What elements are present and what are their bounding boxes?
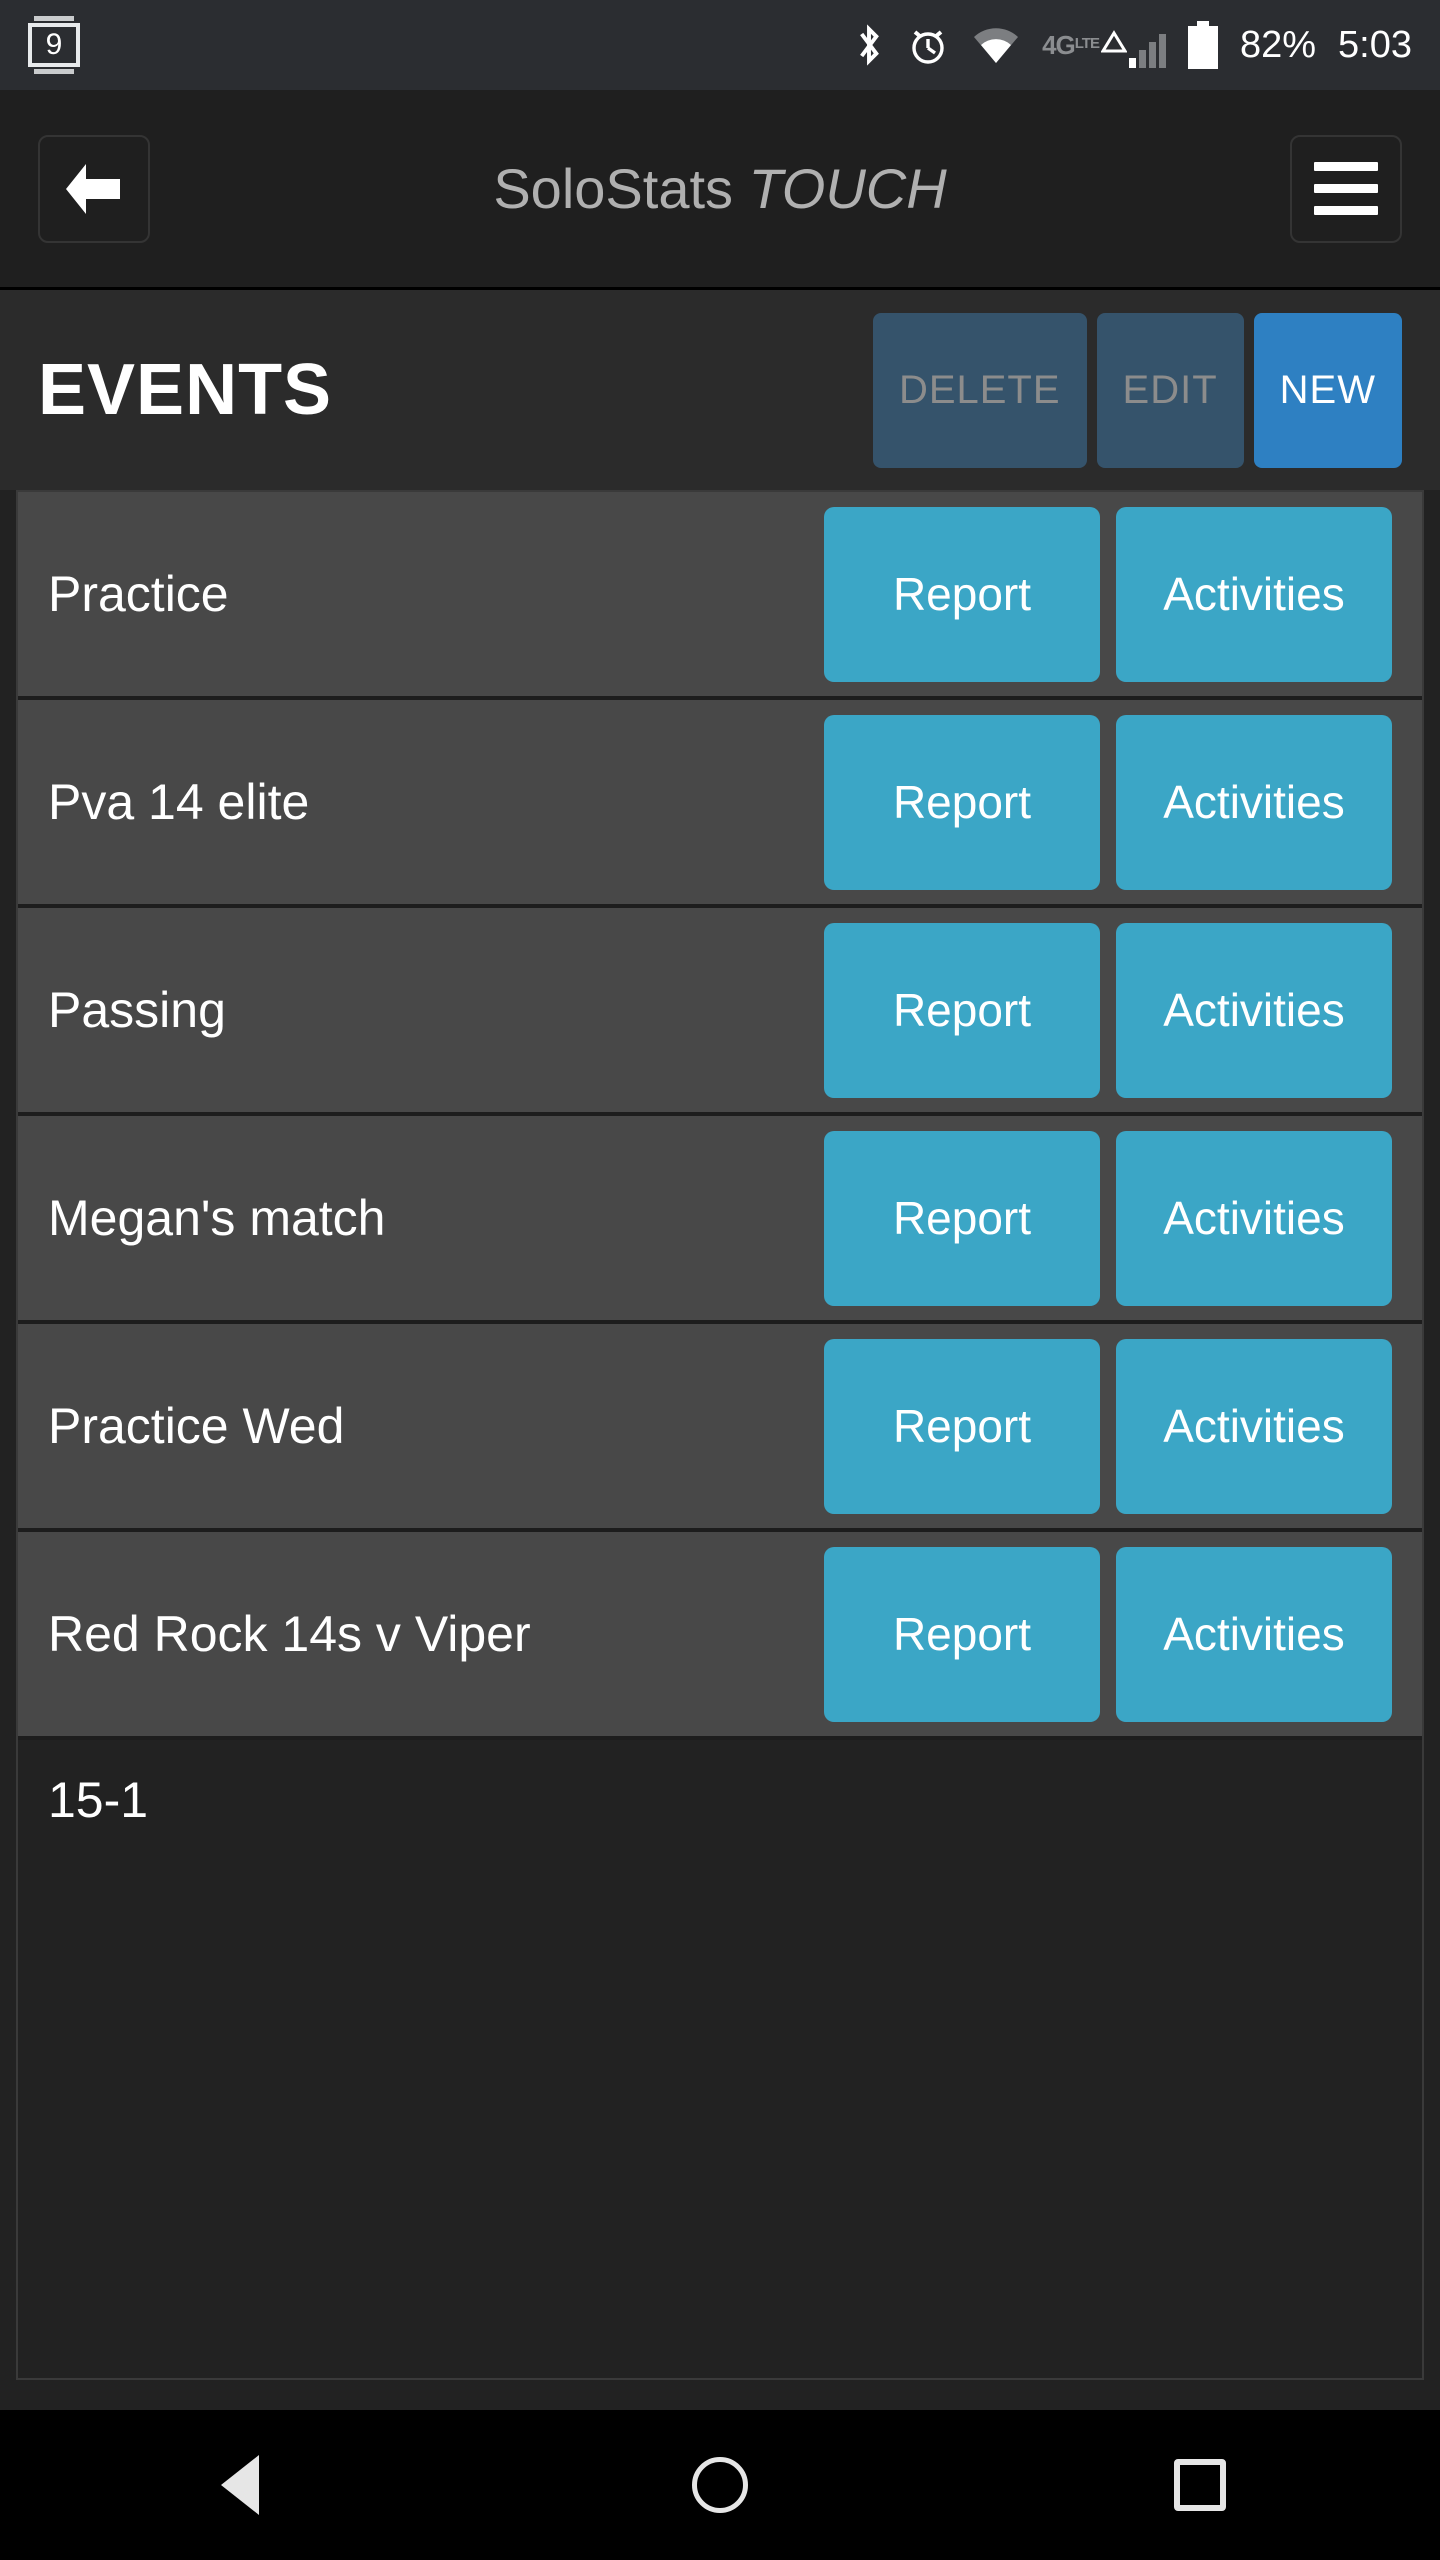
activities-button[interactable]: Activities xyxy=(1116,506,1392,682)
app-screen: 9 4GLTE 82% 5:03 SoloStats TOUCH EVENTS … xyxy=(0,0,1440,2560)
notification-badge-count: 9 xyxy=(28,23,80,67)
wifi-icon xyxy=(974,28,1019,63)
nav-home-icon xyxy=(692,2457,748,2513)
report-button[interactable]: Report xyxy=(824,506,1100,682)
table-row[interactable]: Practice Report Activities xyxy=(18,492,1422,700)
status-bar-clock: 5:03 xyxy=(1338,23,1412,66)
event-name: Practice Wed xyxy=(48,1398,345,1454)
event-name: Megan's match xyxy=(48,1190,386,1246)
table-row[interactable]: Pva 14 elite Report Activities xyxy=(18,700,1422,908)
event-name: Red Rock 14s v Viper xyxy=(48,1606,531,1662)
network-sup: LTE xyxy=(1074,35,1100,52)
row-actions: Report Activities xyxy=(824,506,1392,682)
triangle-up-icon xyxy=(1100,30,1127,53)
notification-badge-icon: 9 xyxy=(28,16,80,74)
app-bar: SoloStats TOUCH xyxy=(0,90,1440,290)
row-actions: Report Activities xyxy=(824,1338,1392,1514)
signal-bars-icon xyxy=(1128,30,1166,68)
system-nav-bar xyxy=(0,2410,1440,2560)
alarm-icon xyxy=(912,30,944,64)
battery-icon xyxy=(1187,21,1218,69)
status-bar: 9 4GLTE 82% 5:03 xyxy=(0,0,1440,90)
network-label: 4G xyxy=(1042,30,1076,60)
app-title-accent: TOUCH xyxy=(748,157,947,220)
back-button[interactable] xyxy=(38,134,150,243)
menu-button[interactable] xyxy=(1290,134,1402,243)
nav-recents-icon xyxy=(1174,2459,1226,2511)
status-bar-right: 4GLTE 82% 5:03 xyxy=(854,21,1412,69)
new-button[interactable]: NEW xyxy=(1253,312,1402,468)
events-header-actions: DELETE EDIT NEW xyxy=(872,312,1402,468)
table-row[interactable]: Red Rock 14s v Viper Report Activities xyxy=(18,1532,1422,1740)
battery-percent: 82% xyxy=(1239,23,1317,66)
report-button[interactable]: Report xyxy=(824,714,1100,890)
delete-button[interactable]: DELETE xyxy=(872,312,1087,468)
activities-button[interactable]: Activities xyxy=(1116,1338,1392,1514)
page-title: SoloStats TOUCH xyxy=(0,156,1440,221)
back-arrow-icon xyxy=(66,163,120,214)
event-score: 15-1 xyxy=(48,1772,149,1828)
report-button[interactable]: Report xyxy=(824,922,1100,1098)
table-row[interactable]: Practice Wed Report Activities xyxy=(18,1324,1422,1532)
report-button[interactable]: Report xyxy=(824,1546,1100,1722)
nav-back-button[interactable] xyxy=(140,2410,340,2560)
row-actions: Report Activities xyxy=(824,1546,1392,1722)
nav-recents-button[interactable] xyxy=(1100,2410,1300,2560)
events-title: EVENTS xyxy=(38,350,333,430)
events-header: EVENTS DELETE EDIT NEW xyxy=(0,290,1440,490)
activities-button[interactable]: Activities xyxy=(1116,1546,1392,1722)
table-row[interactable]: Megan's match Report Activities xyxy=(18,1116,1422,1324)
activities-button[interactable]: Activities xyxy=(1116,1130,1392,1306)
nav-back-icon xyxy=(221,2455,259,2515)
activities-button[interactable]: Activities xyxy=(1116,714,1392,890)
events-list: Practice Report Activities Pva 14 elite … xyxy=(16,490,1424,2380)
report-button[interactable]: Report xyxy=(824,1130,1100,1306)
hamburger-menu-icon xyxy=(1314,162,1378,215)
bluetooth-icon xyxy=(860,24,879,66)
event-name: Pva 14 elite xyxy=(48,774,310,830)
row-actions: Report Activities xyxy=(824,922,1392,1098)
list-item[interactable]: 15-1 xyxy=(18,1740,1422,1860)
lte-4g-icon: 4GLTE xyxy=(1042,22,1166,68)
event-name: Passing xyxy=(48,982,226,1038)
activities-button[interactable]: Activities xyxy=(1116,922,1392,1098)
app-title-main: SoloStats xyxy=(493,157,749,220)
report-button[interactable]: Report xyxy=(824,1338,1100,1514)
table-row[interactable]: Passing Report Activities xyxy=(18,908,1422,1116)
nav-home-button[interactable] xyxy=(620,2410,820,2560)
row-actions: Report Activities xyxy=(824,1130,1392,1306)
event-name: Practice xyxy=(48,566,229,622)
edit-button[interactable]: EDIT xyxy=(1096,312,1244,468)
row-actions: Report Activities xyxy=(824,714,1392,890)
status-bar-left: 9 xyxy=(28,16,80,74)
